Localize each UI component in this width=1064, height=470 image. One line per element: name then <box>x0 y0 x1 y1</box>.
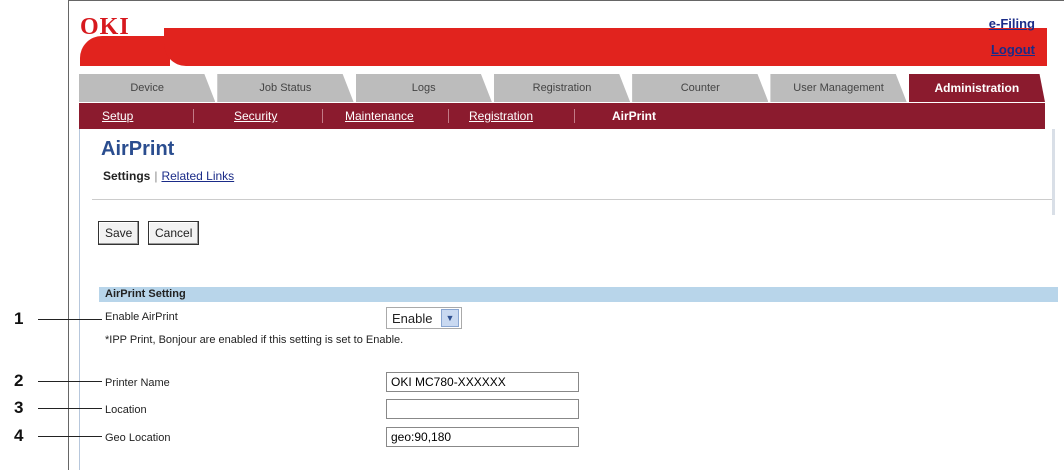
callout-1-line <box>38 319 102 320</box>
subnav-maintenance[interactable]: Maintenance <box>345 109 414 123</box>
tab-settings[interactable]: Settings <box>103 169 150 183</box>
divider <box>92 199 1052 200</box>
printer-name-input[interactable] <box>386 372 579 392</box>
main-tabs: Device Job Status Logs Registration Coun… <box>79 74 1045 102</box>
callout-3-line <box>38 408 102 409</box>
location-input[interactable] <box>386 399 579 419</box>
tab-logs[interactable]: Logs <box>355 74 492 102</box>
tab-administration[interactable]: Administration <box>908 74 1045 102</box>
location-label: Location <box>105 404 147 416</box>
subnav-registration[interactable]: Registration <box>469 109 533 123</box>
subnav-setup[interactable]: Setup <box>102 109 133 123</box>
printer-name-label: Printer Name <box>105 377 170 389</box>
enable-airprint-label: Enable AirPrint <box>105 311 178 323</box>
enable-airprint-value: Enable <box>392 310 433 326</box>
tab-user-management[interactable]: User Management <box>770 74 907 102</box>
callout-1: 1 <box>14 309 24 328</box>
brand-bar <box>164 28 1047 66</box>
chevron-down-icon[interactable]: ▼ <box>441 309 459 327</box>
save-button[interactable]: Save <box>98 221 140 245</box>
airprint-note: *IPP Print, Bonjour are enabled if this … <box>105 334 404 346</box>
tab-related-links[interactable]: Related Links <box>161 169 234 183</box>
tab-device[interactable]: Device <box>79 74 216 102</box>
callout-2-line <box>38 381 102 382</box>
scrollbar[interactable] <box>1052 129 1055 215</box>
geo-location-label: Geo Location <box>105 432 171 444</box>
cancel-button[interactable]: Cancel <box>148 221 200 245</box>
subnav-divider <box>193 109 194 123</box>
subnav-divider <box>574 109 575 123</box>
page-title: AirPrint <box>101 138 175 160</box>
oki-logo: OKI <box>80 14 130 40</box>
subnav-divider <box>448 109 449 123</box>
subnav-airprint[interactable]: AirPrint <box>612 109 656 123</box>
callout-4: 4 <box>14 426 24 445</box>
callout-3: 3 <box>14 398 24 417</box>
tab-separator: | <box>154 169 158 183</box>
tab-counter[interactable]: Counter <box>632 74 769 102</box>
tab-registration[interactable]: Registration <box>493 74 631 102</box>
efiling-link[interactable]: e-Filing <box>989 16 1035 31</box>
callout-4-line <box>38 436 102 437</box>
page-tabs: Settings | Related Links <box>103 169 234 183</box>
geo-location-input[interactable] <box>386 427 579 447</box>
enable-airprint-select[interactable]: Enable ▼ <box>386 307 462 329</box>
tab-job-status[interactable]: Job Status <box>217 74 354 102</box>
content-border <box>79 129 80 470</box>
header: OKI e-Filing Logout <box>74 8 1049 66</box>
section-header: AirPrint Setting <box>99 287 1058 302</box>
callout-2: 2 <box>14 371 24 390</box>
header-links: e-Filing Logout <box>989 16 1035 68</box>
sub-navigation: Setup Security Maintenance Registration … <box>79 103 1045 129</box>
logout-link[interactable]: Logout <box>989 42 1035 57</box>
subnav-divider <box>322 109 323 123</box>
subnav-security[interactable]: Security <box>234 109 277 123</box>
